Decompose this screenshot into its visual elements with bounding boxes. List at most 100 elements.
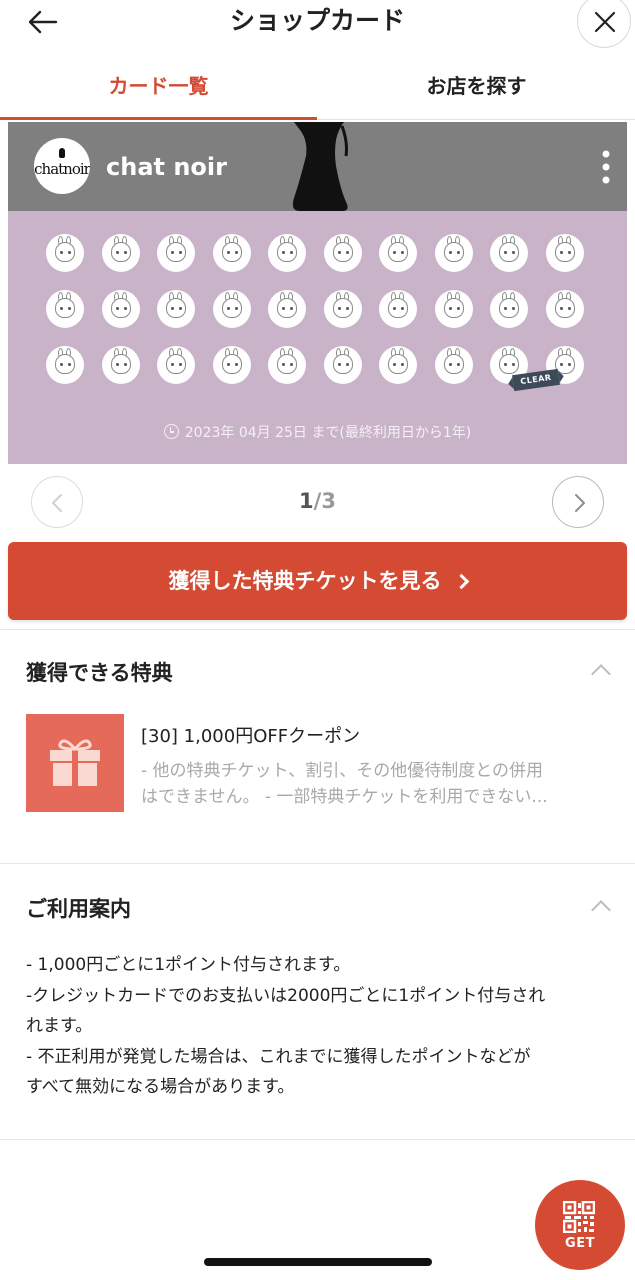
- bunny-stamp-icon: [332, 354, 353, 374]
- bunny-stamp-icon: [512, 307, 515, 310]
- stamp: [46, 290, 84, 328]
- bunny-stamp-icon: [504, 251, 507, 254]
- clock-icon: [163, 424, 179, 439]
- chevron-up-icon[interactable]: [591, 900, 611, 920]
- stamp: [268, 346, 306, 384]
- stamp: [434, 290, 473, 328]
- stamp: [490, 234, 528, 272]
- bunny-stamp-icon: [277, 298, 297, 318]
- bunny-stamp-icon: [332, 242, 353, 262]
- bunny-stamp-icon: [68, 307, 71, 310]
- tab-card-list[interactable]: カード一覧: [0, 60, 317, 120]
- chevron-right-icon: [453, 573, 469, 590]
- stamp: [323, 346, 362, 384]
- bunny-stamp-icon: [393, 363, 396, 366]
- stamp: [268, 290, 306, 328]
- bunny-stamp-icon: [68, 251, 71, 254]
- stamp: [212, 234, 251, 272]
- bunny-stamp-icon: [123, 251, 127, 254]
- bunny-stamp-icon: [512, 251, 515, 254]
- stamp: [323, 234, 362, 272]
- bunny-stamp-icon: [332, 298, 353, 318]
- bunny-stamp-icon: [123, 307, 127, 310]
- bunny-stamp-icon: [559, 307, 563, 310]
- stamp: [323, 290, 362, 328]
- bunny-stamp-icon: [234, 251, 238, 254]
- bunny-stamp-icon: [456, 363, 460, 366]
- bunny-stamp-icon: [504, 307, 507, 310]
- bunny-stamp-icon: [221, 354, 242, 374]
- bunny-stamp-icon: [282, 251, 285, 254]
- bunny-stamp-icon: [171, 363, 174, 366]
- bunny-stamp-icon: [171, 251, 174, 254]
- bunny-stamp-icon: [393, 251, 396, 254]
- bunny-stamp-icon: [290, 251, 293, 254]
- gift-icon: [50, 739, 100, 786]
- expiry-text: 2023年 04月 25日 まで(最終利用日から1年): [184, 425, 472, 441]
- bunny-stamp-icon: [456, 251, 460, 254]
- reward-desc-line: はできません。 - 一部特典チケットを利用できない...: [141, 787, 548, 807]
- view-tickets-button[interactable]: 獲得した特典チケットを見る: [8, 542, 627, 620]
- divider: [0, 629, 635, 630]
- bunny-stamp-icon: [499, 298, 519, 318]
- bunny-stamp-icon: [166, 354, 186, 374]
- bunny-stamp-icon: [115, 307, 119, 310]
- tab-find-shop[interactable]: お店を探す: [318, 60, 635, 120]
- bunny-stamp-icon: [401, 307, 404, 310]
- reward-item[interactable]: [30] 1,000円OFFクーポン - 他の特典チケット、割引、その他優待制度…: [26, 714, 616, 812]
- stamp: [157, 234, 195, 272]
- chevron-right-icon: [575, 494, 585, 512]
- bunny-stamp-icon: [443, 298, 464, 318]
- shop-logo: chatnoir: [34, 138, 90, 194]
- stamp: [157, 346, 195, 384]
- divider: [0, 863, 635, 864]
- chevron-up-icon[interactable]: [591, 664, 611, 684]
- reward-title: [30] 1,000円OFFクーポン: [141, 726, 361, 747]
- stamp: [379, 290, 417, 328]
- close-button[interactable]: [577, 0, 631, 48]
- bunny-stamp-icon: [567, 251, 571, 254]
- bunny-stamp-icon: [388, 354, 408, 374]
- bunny-stamp-icon: [179, 251, 182, 254]
- bunny-stamp-icon: [345, 307, 349, 310]
- bunny-stamp-icon: [448, 307, 452, 310]
- next-card-button[interactable]: [552, 476, 604, 528]
- stamp: [46, 346, 84, 384]
- get-button[interactable]: GET: [535, 1180, 625, 1270]
- bunny-stamp-icon: [110, 354, 131, 374]
- bunny-stamp-icon: [277, 354, 297, 374]
- card-header: chatnoir chat noir: [8, 122, 627, 211]
- stamp: [157, 290, 195, 328]
- bunny-stamp-icon: [55, 298, 75, 318]
- bunny-stamp-icon: [234, 307, 238, 310]
- bunny-stamp-icon: [282, 307, 285, 310]
- bunny-stamp-icon: [115, 251, 119, 254]
- bunny-stamp-icon: [554, 298, 575, 318]
- bunny-stamp-icon: [277, 242, 297, 262]
- guide-line: -クレジットカードでのお支払いは2000円ごとに1ポイント付与され: [26, 985, 546, 1006]
- bunny-stamp-icon: [448, 251, 452, 254]
- stamp: [212, 290, 251, 328]
- bunny-stamp-icon: [345, 251, 349, 254]
- shop-name: chat noir: [106, 153, 227, 181]
- bunny-stamp-icon: [60, 307, 63, 310]
- stamp: [101, 346, 140, 384]
- bunny-stamp-icon: [337, 251, 341, 254]
- bunny-stamp-icon: [68, 363, 71, 366]
- bunny-stamp-icon: [123, 363, 127, 366]
- stamp: [434, 346, 473, 384]
- more-options-button[interactable]: [593, 148, 619, 186]
- bunny-stamp-icon: [60, 363, 63, 366]
- shop-logo-text: chatnoir: [34, 160, 90, 178]
- shop-card[interactable]: chatnoir chat noir CLEAR 2023年 04月 25日 ま…: [8, 122, 627, 464]
- guide-text: - 1,000円ごとに1ポイント付与されます。 -クレジットカードでのお支払いは…: [26, 950, 611, 1103]
- top-bar: ショップカード: [0, 0, 635, 50]
- bunny-stamp-icon: [559, 251, 563, 254]
- bunny-stamp-icon: [567, 363, 571, 366]
- bunny-stamp-icon: [179, 307, 182, 310]
- stamp: [545, 234, 584, 272]
- page-indicator: 1/3: [0, 489, 635, 513]
- stamp: [545, 290, 584, 328]
- bunny-stamp-icon: [221, 242, 242, 262]
- bunny-stamp-icon: [401, 251, 404, 254]
